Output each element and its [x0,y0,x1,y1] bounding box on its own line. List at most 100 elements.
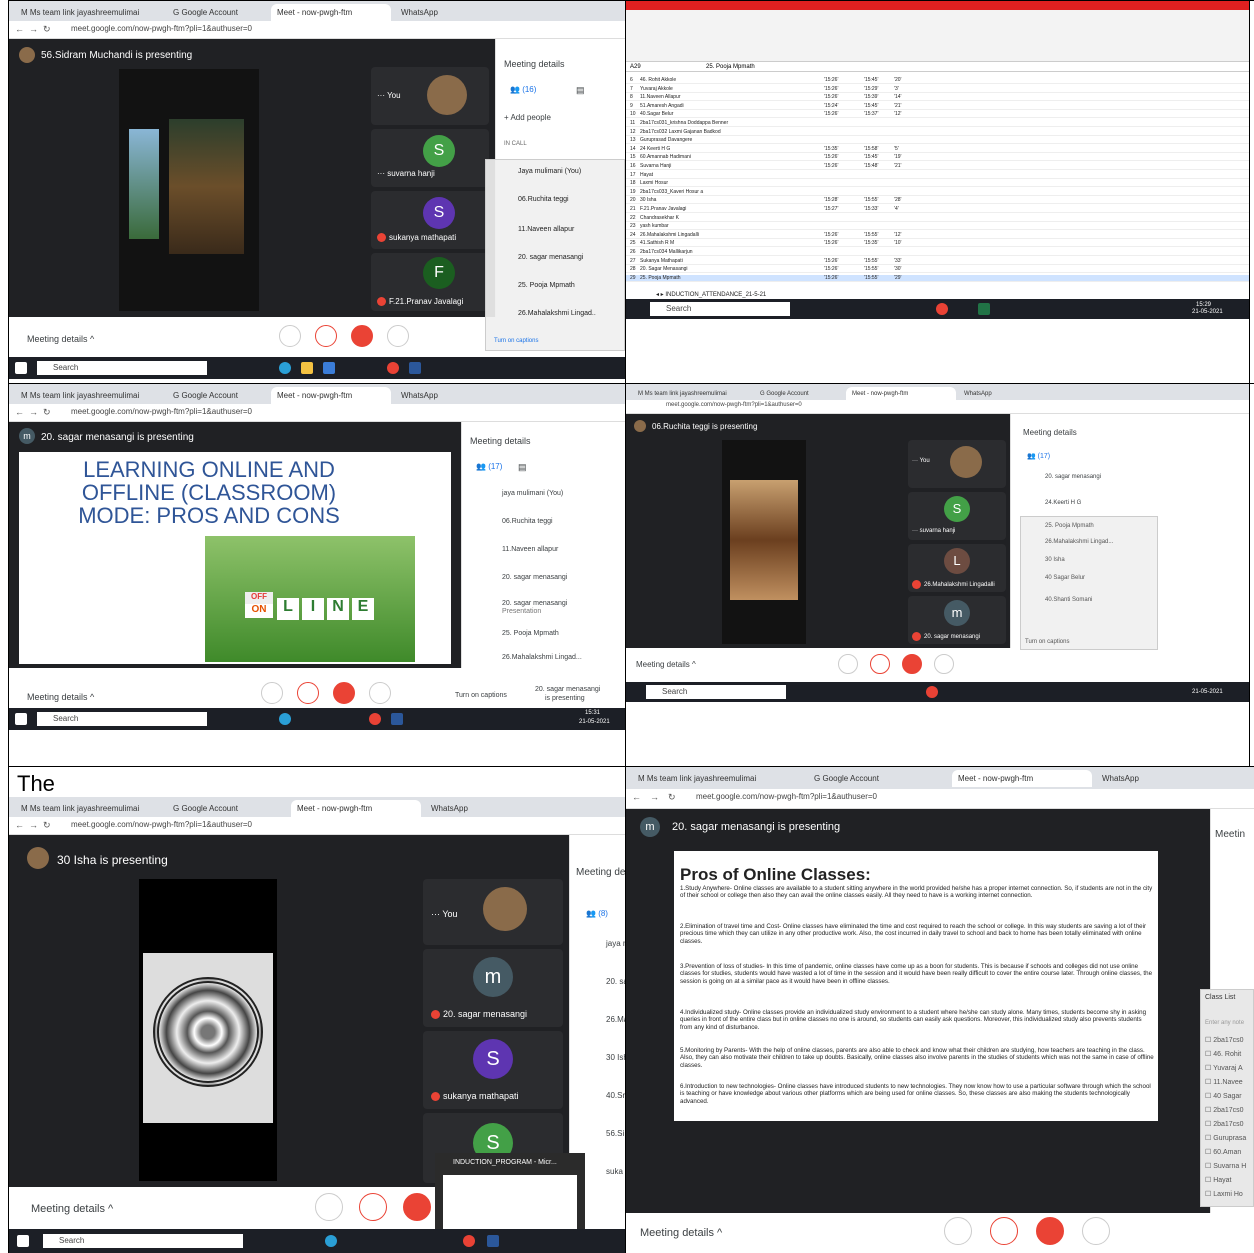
excel-cell[interactable]: '33' [894,258,901,264]
people-tab[interactable]: 👥 (17) [1027,452,1050,460]
reload-icon[interactable]: ↻ [43,24,51,35]
mail-icon[interactable] [323,362,335,374]
sheet-tab[interactable]: ◂ ▸ INDUCTION_ATTENDANCE_21-5-21 [656,291,766,298]
excel-cell[interactable]: Guruprasad Davangere [640,137,692,143]
windows-start-icon[interactable] [17,1235,29,1247]
tab-meet[interactable]: Meet - now-pwgh-ftm [291,800,421,817]
class-list-item[interactable]: ☐ Suvarna H [1205,1162,1246,1170]
taskbar-search[interactable]: Search [43,1234,243,1248]
address-bar[interactable]: ← → ↻ meet.google.com/now-pwgh-ftm?pli=1… [9,404,625,422]
class-list-item[interactable]: ☐ 60.Aman [1205,1148,1241,1156]
mic-button[interactable] [261,682,283,704]
chrome-icon[interactable] [387,362,399,374]
chat-tab-icon[interactable]: ▤ [518,462,527,473]
excel-cell[interactable]: '15:33' [864,206,878,212]
class-list-item[interactable]: ☐ 40 Sagar [1205,1092,1242,1100]
excel-cell[interactable]: '15:55' [864,258,878,264]
excel-cell[interactable]: '28' [894,197,901,203]
excel-cell[interactable]: '15:26' [824,258,838,264]
taskbar-search[interactable]: Search [650,302,790,316]
edge-icon[interactable] [279,713,291,725]
excel-cell[interactable]: Yuvaraj Akkole [640,86,673,92]
tab-meet[interactable]: Meet - now-pwgh-ftm [952,770,1092,787]
excel-cell[interactable]: 11.Naveen Allapur [640,94,681,100]
excel-row[interactable]: 22 Chandrasekhar K [626,215,1249,222]
edge-icon[interactable] [279,362,291,374]
excel-cell[interactable]: 51.Amaresh Angadi [640,103,684,109]
excel-icon[interactable] [978,303,990,315]
excel-cell[interactable]: 6 [630,77,633,83]
reload-icon[interactable]: ↻ [43,820,51,831]
word-icon[interactable] [487,1235,499,1247]
excel-cell[interactable]: '15:28' [824,197,838,203]
excel-cell[interactable]: '15:26' [824,111,838,117]
word-icon[interactable] [409,362,421,374]
meeting-details-button[interactable]: Meeting details ^ [640,1227,722,1239]
excel-cell[interactable]: 60.Amannab Hadimani [640,154,691,160]
leave-call-button[interactable] [297,682,319,704]
back-icon[interactable]: ← [15,820,24,830]
excel-cell[interactable]: 28 [630,266,636,272]
mic-button[interactable] [315,1193,343,1221]
word-icon[interactable] [391,713,403,725]
excel-cell[interactable]: '15:35' [864,240,878,246]
excel-cell[interactable]: '15:27' [824,206,838,212]
captions-button[interactable]: Turn on captions [494,338,538,344]
excel-cell[interactable]: '5' [894,146,899,152]
excel-cell[interactable]: '12' [894,232,901,238]
excel-cell[interactable]: '20' [894,77,901,83]
excel-cell[interactable]: '15:26' [824,163,838,169]
chrome-icon[interactable] [369,713,381,725]
tab-gmail[interactable]: M Ms team link jayashreemulimai [15,4,165,21]
excel-cell[interactable]: 46. Rohit Akkole [640,77,676,83]
excel-cell[interactable]: '15:26' [824,154,838,160]
excel-cell[interactable]: 11 [630,120,635,126]
class-list-item[interactable]: ☐ Laxmi Ho [1205,1190,1243,1198]
excel-row[interactable]: 17 Hayat [626,172,1249,179]
tab-google-account[interactable]: G Google Account [808,770,948,787]
excel-row[interactable]: 25 41.Sathish R M '15:26' '15:35' '10' [626,240,1249,248]
class-list-item[interactable]: ☐ 2ba17cs0 [1205,1120,1244,1128]
excel-cell[interactable]: Sukanya Mathapati [640,258,683,264]
excel-cell[interactable]: '15:26' [824,275,838,281]
back-icon[interactable]: ← [632,792,641,802]
tab-google-account[interactable]: G Google Account [167,387,267,404]
excel-cell[interactable]: '15:39' [864,94,878,100]
camera-off-button[interactable] [351,325,373,347]
excel-cell[interactable]: '4' [894,206,899,212]
excel-cell[interactable]: 17 [630,172,636,178]
excel-cell[interactable]: 26 [630,249,636,255]
excel-row[interactable]: 19 2ba17cs033_Kaveri Hosur a [626,189,1249,196]
excel-row[interactable]: 18 Laxmi Hosur [626,180,1249,188]
mic-button[interactable] [279,325,301,347]
tab-gmail[interactable]: M Ms team link jayashreemulimai [15,800,165,817]
excel-row[interactable]: 14 24 Keerti H G '15:35' '15:58' '5' [626,146,1249,153]
chrome-icon[interactable] [463,1235,475,1247]
excel-cell[interactable]: '15:26' [824,77,838,83]
meeting-details-button[interactable]: Meeting details ^ [636,660,696,669]
excel-cell[interactable]: 30 Isha [640,197,656,203]
back-icon[interactable]: ← [15,24,24,34]
excel-cell[interactable]: '15:45' [864,77,878,83]
tab-whatsapp[interactable]: WhatsApp [425,800,555,817]
excel-row[interactable]: 26 2ba17cs034 Mallikarjun [626,249,1249,256]
excel-cell[interactable]: 16 [630,163,636,169]
class-list-item[interactable]: ☐ Hayat [1205,1176,1232,1184]
excel-cell[interactable]: '15:35' [824,146,838,152]
reload-icon[interactable]: ↻ [668,792,676,803]
camera-off-button[interactable] [902,654,922,674]
taskbar-search[interactable]: Search [37,361,207,375]
excel-cell[interactable]: 40.Sagar Belur [640,111,673,117]
excel-cell[interactable]: 14 [630,146,636,152]
excel-cell[interactable]: 13 [630,137,636,143]
excel-cell[interactable]: '15:37' [864,111,878,117]
windows-start-icon[interactable] [15,713,27,725]
forward-icon[interactable]: → [29,820,38,830]
excel-cell[interactable]: '15:26' [824,94,838,100]
excel-cell[interactable]: 23 [630,223,636,229]
address-bar[interactable]: ← → ↻ meet.google.com/now-pwgh-ftm?pli=1… [9,21,625,39]
excel-cell[interactable]: 2ba17cs033_Kaveri Hosur a [640,189,703,195]
camera-off-button[interactable] [403,1193,431,1221]
chat-tab-icon[interactable]: ▤ [576,85,585,96]
excel-cell[interactable]: 2ba17cs034 Mallikarjun [640,249,693,255]
